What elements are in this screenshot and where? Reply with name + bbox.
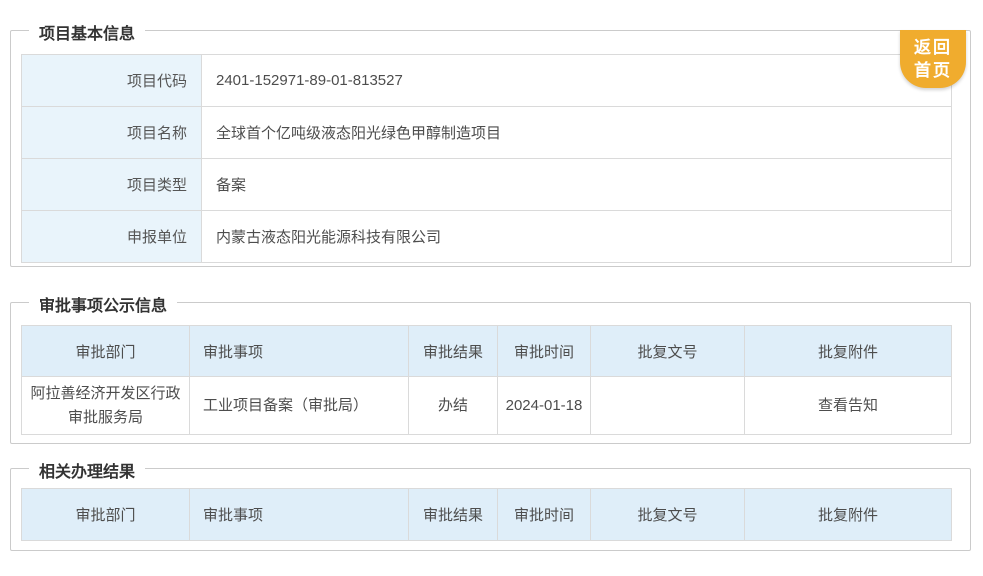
header-approval-result: 审批结果 [408, 325, 498, 377]
header-reply-attachment: 批复附件 [744, 488, 952, 541]
header-reply-doc-no: 批复文号 [590, 325, 745, 377]
header-approval-time: 审批时间 [497, 488, 591, 541]
section-related-results: 相关办理结果 审批部门 审批事项 审批结果 审批时间 批复文号 批复附件 [10, 458, 971, 551]
table-header-row: 审批部门 审批事项 审批结果 审批时间 批复文号 批复附件 [21, 488, 952, 541]
field-label-declaring-unit: 申报单位 [21, 210, 202, 263]
field-value-project-code: 2401-152971-89-01-813527 [201, 54, 952, 107]
section-title-approval-publicity: 审批事项公示信息 [29, 292, 178, 316]
view-notice-link[interactable]: 查看告知 [818, 397, 878, 414]
header-reply-doc-no: 批复文号 [590, 488, 745, 541]
header-approval-dept: 审批部门 [21, 488, 190, 541]
field-value-declaring-unit: 内蒙古液态阳光能源科技有限公司 [201, 210, 952, 263]
cell-approval-result: 办结 [408, 376, 498, 435]
section-title-basic-info: 项目基本信息 [29, 20, 146, 44]
section-approval-publicity: 审批事项公示信息 审批部门 审批事项 审批结果 审批时间 批复文号 批复附件 阿… [10, 292, 971, 444]
back-button-label-line2: 首页 [914, 60, 952, 80]
section-basic-info: 项目基本信息 项目代码 2401-152971-89-01-813527 项目名… [10, 20, 971, 267]
header-reply-attachment: 批复附件 [744, 325, 952, 377]
project-publicity-page: { "back_button": { "line1": "返回", "line2… [0, 20, 983, 576]
cell-approval-item: 工业项目备案（审批局） [189, 376, 409, 435]
header-approval-dept: 审批部门 [21, 325, 190, 377]
approval-publicity-table: 审批部门 审批事项 审批结果 审批时间 批复文号 批复附件 阿拉善经济开发区行政… [21, 325, 952, 435]
field-label-project-type: 项目类型 [21, 158, 202, 211]
header-approval-time: 审批时间 [497, 325, 591, 377]
basic-info-table: 项目代码 2401-152971-89-01-813527 项目名称 全球首个亿… [21, 54, 952, 263]
table-header-row: 审批部门 审批事项 审批结果 审批时间 批复文号 批复附件 [21, 325, 952, 377]
header-approval-result: 审批结果 [408, 488, 498, 541]
back-button-label-line1: 返回 [914, 38, 952, 57]
back-to-home-button[interactable]: 返回 首页 [900, 30, 966, 88]
table-row: 申报单位 内蒙古液态阳光能源科技有限公司 [21, 210, 952, 263]
field-label-project-name: 项目名称 [21, 106, 202, 159]
header-approval-item: 审批事项 [189, 325, 409, 377]
field-value-project-type: 备案 [201, 158, 952, 211]
field-label-project-code: 项目代码 [21, 54, 202, 107]
field-value-project-name: 全球首个亿吨级液态阳光绿色甲醇制造项目 [201, 106, 952, 159]
table-row: 阿拉善经济开发区行政审批服务局 工业项目备案（审批局） 办结 2024-01-1… [21, 376, 952, 435]
table-row: 项目类型 备案 [21, 158, 952, 211]
table-row: 项目代码 2401-152971-89-01-813527 [21, 54, 952, 107]
cell-approval-time: 2024-01-18 [497, 376, 591, 435]
header-approval-item: 审批事项 [189, 488, 409, 541]
section-title-related-results: 相关办理结果 [29, 458, 146, 482]
cell-approval-dept: 阿拉善经济开发区行政审批服务局 [21, 376, 190, 435]
cell-reply-doc-no [590, 376, 745, 435]
cell-reply-attachment: 查看告知 [744, 376, 952, 435]
table-row: 项目名称 全球首个亿吨级液态阳光绿色甲醇制造项目 [21, 106, 952, 159]
related-results-table: 审批部门 审批事项 审批结果 审批时间 批复文号 批复附件 [21, 488, 952, 541]
